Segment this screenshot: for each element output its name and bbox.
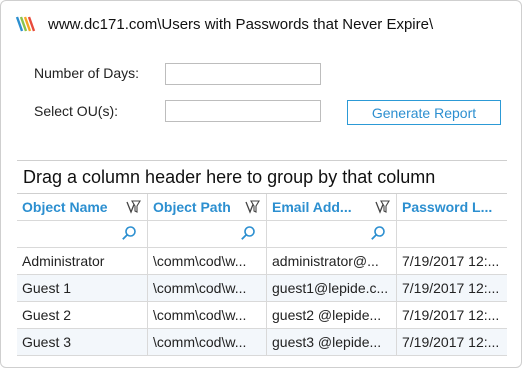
cell-object-path: \comm\cod\w... [148,248,267,274]
cell-email-address: administrator@... [267,248,397,274]
column-header-label: Object Name [22,199,108,215]
sort-filter-icon[interactable] [374,200,390,214]
table-row[interactable]: Administrator \comm\cod\w... administrat… [17,248,507,275]
number-of-days-label: Number of Days: [34,65,140,81]
column-header-email-address[interactable]: Email Add... [267,194,397,220]
column-header-object-name[interactable]: Object Name [17,194,148,220]
cell-password-last-set: 7/19/2017 12:... [402,334,500,350]
cell-object-path: \comm\cod\w... [148,329,267,355]
filter-cell-email-address[interactable] [267,221,397,247]
column-header-object-path[interactable]: Object Path [148,194,267,220]
page-title: www.dc171.com\Users with Passwords that … [48,15,434,33]
select-ou-label: Select OU(s): [34,103,119,119]
search-icon[interactable] [370,225,386,241]
cell-object-name: Guest 3 [17,329,148,355]
cell-password-last-set: 7/19/2017 12:... [402,307,500,323]
search-icon[interactable] [121,225,137,241]
generate-report-button[interactable]: Generate Report [347,100,501,125]
table-row[interactable]: Guest 2 \comm\cod\w... guest2 @lepide...… [17,302,507,329]
cell-object-path: \comm\cod\w... [148,275,267,301]
cell-password-last-set: 7/19/2017 12:... [402,280,500,296]
search-icon[interactable] [240,225,256,241]
column-header-label: Email Add... [272,199,352,215]
filter-row [17,221,507,248]
column-header-label: Object Path [153,199,231,215]
table-row[interactable]: Guest 1 \comm\cod\w... guest1@lepide.c..… [17,275,507,302]
report-header: www.dc171.com\Users with Passwords that … [14,12,433,36]
column-header-password-last-set[interactable]: Password L... [397,194,507,220]
cell-email-address: guest3 @lepide... [267,329,397,355]
cell-object-name: Guest 1 [17,275,148,301]
cell-object-path: \comm\cod\w... [148,302,267,328]
column-header-label: Password L... [402,199,493,215]
select-ou-input[interactable] [165,100,321,122]
cell-object-name: Administrator [17,248,148,274]
cell-email-address: guest1@lepide.c... [267,275,397,301]
sort-filter-icon[interactable] [125,200,141,214]
number-of-days-input[interactable] [165,63,321,85]
filter-cell-object-name[interactable] [17,221,148,247]
column-header-row: Object Name Object Path Email Add... Pas… [17,194,507,221]
sort-filter-icon[interactable] [244,200,260,214]
cell-email-address: guest2 @lepide... [267,302,397,328]
cell-password-last-set: 7/19/2017 12:... [402,253,500,269]
app-logo-icon [15,16,36,32]
cell-object-name: Guest 2 [17,302,148,328]
group-by-panel[interactable]: Drag a column header here to group by th… [17,161,507,194]
report-grid: Drag a column header here to group by th… [17,160,507,356]
filter-cell-password-last-set[interactable] [397,221,507,247]
table-row[interactable]: Guest 3 \comm\cod\w... guest3 @lepide...… [17,329,507,356]
filter-cell-object-path[interactable] [148,221,267,247]
